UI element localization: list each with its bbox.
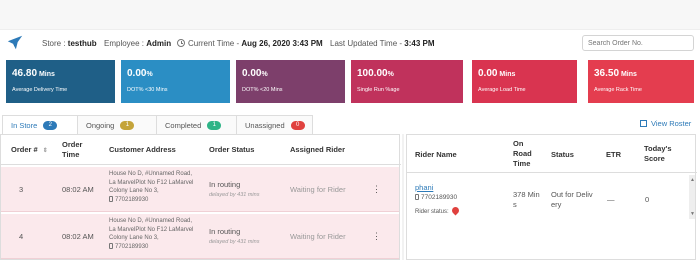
- tab-unassigned[interactable]: Unassigned 0: [236, 115, 313, 135]
- metric-card-avg-delivery: 46.80 Mins Average Delivery Time: [6, 60, 115, 103]
- search-order-input[interactable]: [582, 35, 694, 51]
- view-roster-link[interactable]: View Roster: [640, 119, 691, 128]
- order-status: In routing delayed by 431 mins: [209, 227, 260, 245]
- employee-name: Admin: [146, 39, 172, 48]
- table-row[interactable]: 4 08:02 AM House No D, #Unnamed Road, La…: [1, 214, 399, 259]
- rider-row[interactable]: phani 7702189930 Rider status: 378 Min s…: [407, 177, 691, 217]
- scroll-up-icon[interactable]: ▲: [690, 177, 695, 183]
- rider-info: phani 7702189930 Rider status:: [415, 183, 461, 217]
- map-pin-icon[interactable]: [450, 205, 461, 216]
- sort-icon[interactable]: ⇕: [43, 146, 48, 156]
- metric-card-dot-20: 0.00% DOT% <20 Mins: [236, 60, 345, 103]
- metric-card-dot-30: 0.00% DOT% <30 Mins: [121, 60, 230, 103]
- current-time: Current Time - Aug 26, 2020 3:43 PM: [177, 39, 323, 48]
- assigned-rider: Waiting for Rider: [290, 185, 346, 194]
- phone-icon: [415, 194, 419, 200]
- row-menu-icon[interactable]: ⋮: [372, 184, 381, 194]
- rider-scrollbar[interactable]: ▲ ▼: [689, 175, 695, 219]
- count-badge: 0: [290, 121, 305, 130]
- col-customer-address: Customer Address: [109, 145, 176, 154]
- count-badge: 2: [43, 121, 58, 130]
- orders-table: Order # ⇕ Order Time Customer Address Orde…: [0, 134, 401, 260]
- riders-table: Rider Name On Road Time Status ETR Today…: [406, 134, 697, 260]
- order-time: 08:02 AM: [62, 185, 94, 194]
- order-time: 08:02 AM: [62, 232, 94, 241]
- col-order-time: Order Time: [62, 140, 83, 159]
- order-tabs: In Store 2 Ongoing 1 Completed 1 Unassigned…: [2, 115, 313, 135]
- col-on-road-time: On Road Time: [513, 139, 532, 168]
- employee-label: Employee : Admin: [104, 39, 172, 48]
- phone-icon: [109, 242, 113, 249]
- customer-address: House No D, #Unnamed Road, La MarvelPlot…: [109, 218, 194, 250]
- customer-address: House No D, #Unnamed Road, La MarvelPlot…: [109, 171, 194, 203]
- rider-name-link[interactable]: phani: [415, 183, 459, 193]
- roster-icon: [640, 120, 647, 127]
- metric-card-avg-load: 0.00 Mins Average Load Time: [472, 60, 577, 103]
- orders-table-header: Order # ⇕ Order Time Customer Address Orde…: [1, 135, 401, 165]
- metric-card-single-run: 100.00% Single Run %age: [351, 60, 463, 103]
- table-row[interactable]: 3 08:02 AM House No D, #Unnamed Road, La…: [1, 167, 399, 212]
- store-label: Store : testhub: [42, 39, 97, 48]
- col-rider-name: Rider Name: [415, 150, 457, 159]
- bird-logo-icon: [7, 35, 23, 50]
- count-badge: 1: [207, 121, 222, 130]
- store-name: testhub: [67, 39, 97, 48]
- clock-icon: [177, 39, 185, 47]
- tab-completed[interactable]: Completed 1: [156, 115, 237, 135]
- last-updated-time: Last Updated Time - 3:43 PM: [330, 39, 435, 48]
- todays-score: 0: [645, 195, 650, 204]
- top-bar: [0, 0, 700, 30]
- riders-table-header: Rider Name On Road Time Status ETR Today…: [407, 135, 697, 173]
- phone-icon: [109, 195, 113, 202]
- rider-status: Out for Deliv ery: [551, 190, 593, 209]
- assigned-rider: Waiting for Rider: [290, 232, 346, 241]
- etr: —: [607, 195, 615, 204]
- on-road-time: 378 Min s: [513, 190, 540, 209]
- col-assigned-rider: Assigned Rider: [290, 145, 346, 154]
- order-number: 3: [19, 185, 24, 194]
- order-status: In routing delayed by 431 mins: [209, 180, 260, 198]
- count-badge: 1: [120, 121, 135, 130]
- tab-in-store[interactable]: In Store 2: [2, 115, 78, 135]
- col-order-status: Order Status: [209, 145, 255, 154]
- scroll-down-icon[interactable]: ▼: [690, 211, 695, 217]
- col-order-no[interactable]: Order # ⇕: [11, 145, 48, 156]
- panel-divider: [402, 134, 404, 260]
- tab-ongoing[interactable]: Ongoing 1: [77, 115, 157, 135]
- col-etr: ETR: [606, 150, 621, 159]
- metric-card-avg-rack: 36.50 Mins Average Rack Time: [588, 60, 694, 103]
- col-status: Status: [551, 150, 574, 159]
- order-number: 4: [19, 232, 24, 241]
- metric-cards: 46.80 Mins Average Delivery Time 0.00% D…: [6, 60, 696, 106]
- col-todays-score: Today's Score: [644, 144, 672, 163]
- row-menu-icon[interactable]: ⋮: [372, 231, 381, 241]
